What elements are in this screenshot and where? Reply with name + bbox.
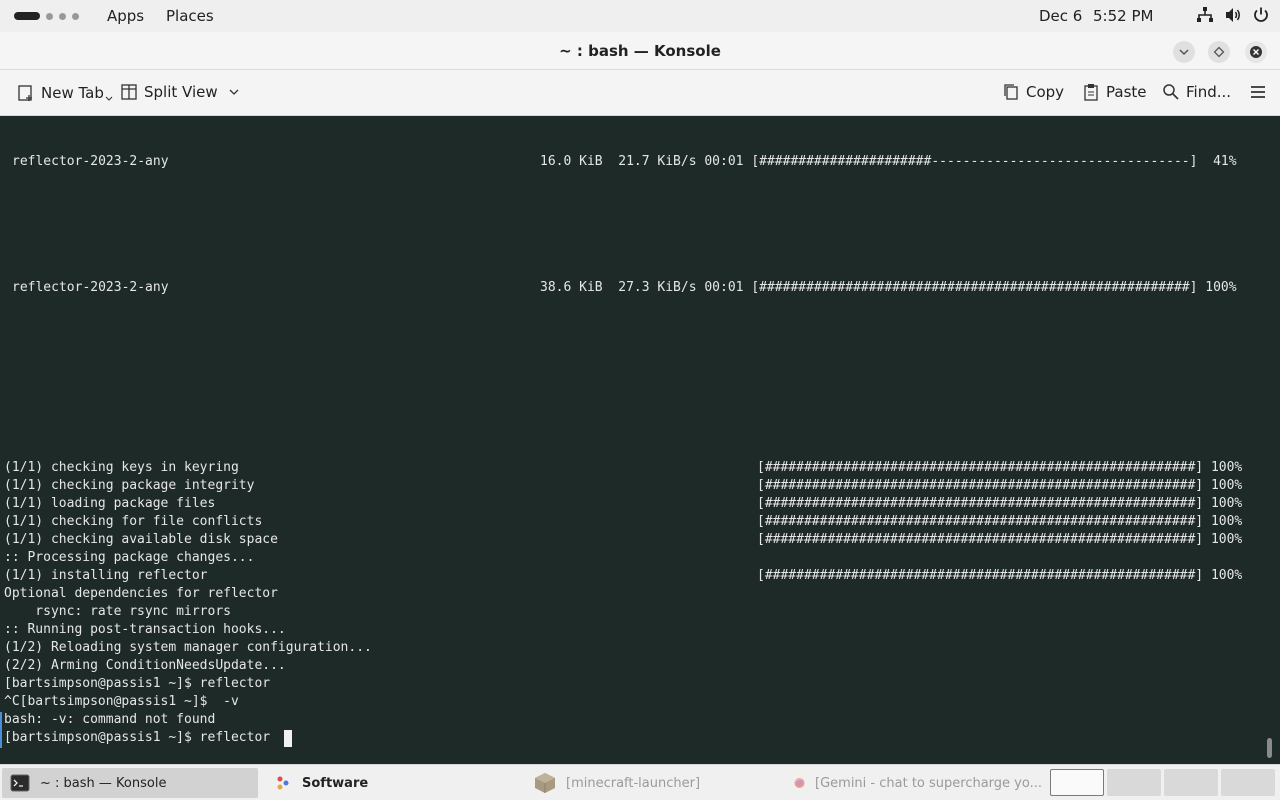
selection-marker <box>0 712 2 748</box>
split-view-icon <box>121 84 137 100</box>
terminal-prompt-line[interactable]: [bartsimpson@passis1 ~]$ reflector <box>4 729 278 747</box>
task-label: [minecraft-launcher] <box>566 775 701 791</box>
terminal-line: (1/1) checking available disk space <box>4 532 278 547</box>
terminal-line: (1/1) checking for file conflicts <box>4 514 263 529</box>
terminal-line: Optional dependencies for reflector <box>4 586 278 601</box>
copy-button[interactable]: Copy <box>1002 83 1064 101</box>
terminal-line: reflector-2023-2-any <box>12 280 169 295</box>
terminal-progress-bar: [#######################################… <box>757 532 1243 547</box>
terminal-line: rsync: rate rsync mirrors <box>4 604 231 619</box>
chevron-down-icon <box>229 89 239 95</box>
paste-button[interactable]: Paste <box>1082 83 1147 101</box>
workspace-2[interactable] <box>1107 769 1161 796</box>
terminal-progress-bar: [#######################################… <box>757 460 1243 475</box>
terminal-view[interactable]: reflector-2023-2-any 16.0 KiB 21.7 KiB/s… <box>0 116 1280 764</box>
task-minecraft[interactable]: [minecraft-launcher] <box>526 768 780 798</box>
konsole-toolbar: New Tab Split View Copy Paste Find... <box>0 70 1280 116</box>
terminal-line: (1/1) checking keys in keyring <box>4 460 239 475</box>
split-view-button[interactable]: Split View <box>120 83 240 101</box>
top-panel: Apps Places Dec 6 5:52 PM <box>0 0 1280 32</box>
maximize-icon <box>1213 46 1225 58</box>
workspace-dot-icon <box>46 12 53 20</box>
workspace-4[interactable] <box>1221 769 1275 796</box>
workspace-3[interactable] <box>1164 769 1218 796</box>
window-titlebar[interactable]: ~ : bash — Konsole <box>0 32 1280 70</box>
terminal-line: :: Processing package changes... <box>4 550 255 565</box>
terminal-line: :: Running post-transaction hooks... <box>4 622 286 637</box>
workspace-pill-icon <box>14 12 40 20</box>
terminal-line: (1/1) checking package integrity <box>4 478 255 493</box>
workspace-1[interactable] <box>1050 769 1104 796</box>
task-label: Software <box>302 775 369 791</box>
terminal-line: reflector-2023-2-any <box>12 154 169 169</box>
download-progress-line: 16.0 KiB 21.7 KiB/s 00:01 [#############… <box>540 154 1237 169</box>
terminal-progress-bar: [#######################################… <box>757 478 1243 493</box>
terminal-line: bash: -v: command not found <box>4 712 216 727</box>
new-tab-label: New Tab <box>41 84 104 102</box>
date-label[interactable]: Dec 6 <box>1039 7 1082 25</box>
terminal-icon <box>10 774 30 792</box>
copy-icon <box>1004 84 1018 100</box>
download-progress-line: 38.6 KiB 27.3 KiB/s 00:01 [#############… <box>540 280 1237 295</box>
new-tab-icon <box>18 85 32 101</box>
terminal-scrollbar[interactable] <box>1267 738 1272 758</box>
terminal-line: (1/1) loading package files <box>4 496 216 511</box>
volume-icon[interactable] <box>1224 6 1242 24</box>
terminal-prompt-line: [bartsimpson@passis1 ~]$ reflector <box>4 676 271 691</box>
workspace-dot-icon <box>72 12 79 20</box>
find-label: Find... <box>1186 83 1232 101</box>
activities-indicator[interactable] <box>14 12 79 20</box>
terminal-prompt-line: ^C[bartsimpson@passis1 ~]$ -v <box>4 694 239 709</box>
find-button[interactable]: Find... <box>1162 83 1231 101</box>
firefox-icon <box>794 777 805 789</box>
task-label: [Gemini - chat to supercharge yo... <box>815 775 1042 791</box>
terminal-line: (1/2) Reloading system manager configura… <box>4 640 372 655</box>
terminal-line: (1/1) installing reflector <box>4 568 208 583</box>
close-button[interactable] <box>1245 41 1267 63</box>
window-title: ~ : bash — Konsole <box>559 42 721 60</box>
copy-label: Copy <box>1026 83 1065 101</box>
paste-icon <box>1084 84 1098 101</box>
window-list-taskbar: ~ : bash — Konsole Software [minecraft-l… <box>0 764 1280 800</box>
network-icon[interactable] <box>1196 6 1214 24</box>
terminal-progress-bar: [#######################################… <box>757 568 1243 583</box>
split-view-label: Split View <box>144 83 218 101</box>
minimize-icon <box>1179 49 1189 56</box>
software-icon <box>277 776 289 790</box>
task-label: ~ : bash — Konsole <box>40 775 167 791</box>
task-software[interactable]: Software <box>266 768 518 798</box>
search-icon <box>1163 84 1179 100</box>
maximize-button[interactable] <box>1208 41 1230 63</box>
places-menu[interactable]: Places <box>166 7 214 25</box>
time-label[interactable]: 5:52 PM <box>1093 7 1153 25</box>
text-cursor <box>284 730 292 747</box>
system-tray[interactable] <box>1196 6 1270 24</box>
minimize-button[interactable] <box>1173 41 1195 63</box>
task-konsole[interactable]: ~ : bash — Konsole <box>2 768 258 798</box>
minecraft-icon <box>535 773 555 793</box>
hamburger-menu-button[interactable] <box>1249 83 1267 101</box>
task-firefox-gemini[interactable]: [Gemini - chat to supercharge yo... <box>786 768 1042 798</box>
close-icon <box>1250 46 1262 58</box>
terminal-progress-bar: [#######################################… <box>757 496 1243 511</box>
power-icon[interactable] <box>1252 6 1270 24</box>
apps-menu[interactable]: Apps <box>107 7 144 25</box>
terminal-line: (2/2) Arming ConditionNeedsUpdate... <box>4 658 286 673</box>
chevron-down-icon <box>105 96 113 101</box>
new-tab-button[interactable]: New Tab <box>17 83 113 103</box>
paste-label: Paste <box>1106 83 1147 101</box>
terminal-progress-bar: [#######################################… <box>757 514 1243 529</box>
hamburger-menu-icon <box>1251 86 1265 98</box>
workspace-dot-icon <box>59 12 66 20</box>
